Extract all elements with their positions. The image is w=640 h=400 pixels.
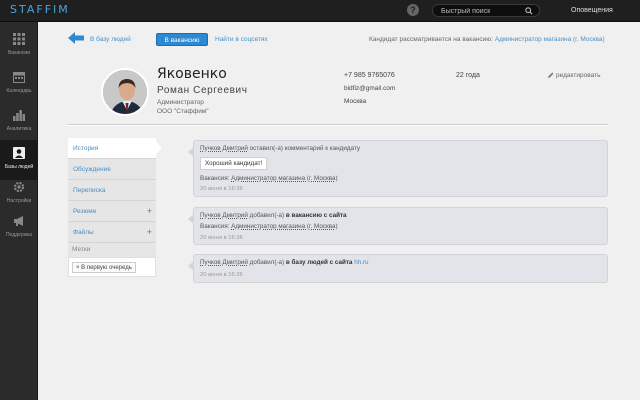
tab-label: Файлы: [73, 229, 94, 236]
event-date: 20 июня в 16:36: [200, 186, 243, 192]
tab-correspondence[interactable]: Переписка: [68, 180, 156, 201]
history-event: Пучков Дмитрий добавил(-а) в вакансию с …: [188, 207, 608, 245]
tags-box[interactable]: × В первую очередь: [68, 257, 156, 277]
candidate-vacancy-link[interactable]: Администратор магазина (г. Москва): [495, 36, 605, 43]
candidate-email[interactable]: bidfiz@gmail.com: [344, 85, 395, 92]
event-vacancy-label: Вакансия:: [200, 175, 230, 182]
sidebar: Вакансии Календарь Аналитика Базы людей …: [0, 22, 38, 400]
sidebar-item-support[interactable]: Поддержка: [0, 208, 38, 248]
candidate-phone: +7 985 9765076: [344, 72, 395, 79]
add-file-button[interactable]: +: [147, 222, 152, 243]
event-action: оставил(-а) комментарий к кандидату: [249, 145, 360, 152]
tab-discussion[interactable]: Обсуждение: [68, 159, 156, 180]
event-header: Пучков Дмитрий добавил(-а) в базу людей …: [200, 259, 369, 266]
candidate-position: Администратор: [157, 99, 204, 106]
help-icon[interactable]: ?: [407, 4, 419, 16]
app-logo[interactable]: STAFFIM: [10, 3, 70, 16]
tab-files[interactable]: Файлы +: [68, 222, 156, 243]
sidebar-item-label: Вакансии: [7, 50, 31, 56]
candidate-first-name: Роман Сергеевич: [157, 85, 248, 96]
event-action: добавил(-а): [249, 212, 285, 219]
sidebar-item-label: Базы людей: [4, 164, 34, 170]
person-icon: [13, 147, 25, 159]
event-vacancy-link[interactable]: Администратор магазина (г. Москва): [231, 223, 337, 230]
tab-label: История: [73, 145, 99, 152]
sidebar-item-label: Календарь: [6, 88, 32, 94]
grid-icon: [13, 33, 25, 45]
event-author[interactable]: Пучков Дмитрий: [200, 212, 248, 219]
tab-label: Переписка: [73, 187, 106, 194]
back-arrow-icon[interactable]: [68, 32, 84, 44]
event-date: 20 июня в 16:36: [200, 272, 243, 278]
candidate-age: 22 года: [456, 72, 480, 79]
tab-resume[interactable]: Резюме +: [68, 201, 156, 222]
candidate-status-text: Кандидат рассматривается на вакансию:: [369, 36, 493, 43]
find-in-social-link[interactable]: Найти в соцсетях: [215, 36, 268, 43]
tag-item[interactable]: × В первую очередь: [72, 262, 136, 273]
avatar: [101, 68, 149, 116]
add-to-vacancy-button[interactable]: В вакансию: [156, 33, 208, 46]
search-input[interactable]: [441, 6, 523, 16]
tab-label: Обсуждение: [73, 166, 111, 173]
candidate-company: ООО "Стаффим": [157, 108, 209, 115]
sidebar-item-label: Настройки: [6, 198, 32, 204]
search-box[interactable]: [432, 4, 540, 17]
event-source-link[interactable]: hh.ru: [354, 259, 368, 266]
chart-icon: [13, 110, 25, 121]
event-vacancy: Вакансия: Администратор магазина (г. Мос…: [200, 175, 338, 182]
calendar-icon: [13, 72, 25, 83]
event-vacancy-link[interactable]: Администратор магазина (г. Москва): [231, 175, 337, 182]
profile-tabs: История Обсуждение Переписка Резюме + Фай…: [68, 138, 162, 243]
event-action: добавил(-а): [249, 259, 285, 266]
event-action-bold: в базу людей с сайта: [285, 259, 353, 266]
history-event: Пучков Дмитрий добавил(-а) в базу людей …: [188, 254, 608, 283]
avatar-photo: [103, 70, 147, 114]
gear-icon: [13, 181, 25, 193]
edit-label: редактировать: [556, 72, 601, 79]
sidebar-item-vacancies[interactable]: Вакансии: [0, 26, 38, 66]
notifications-link[interactable]: Оповещения: [571, 7, 613, 14]
tab-history[interactable]: История: [68, 138, 162, 159]
event-header: Пучков Дмитрий добавил(-а) в вакансию с …: [200, 212, 347, 219]
event-date: 20 июня в 16:36: [200, 235, 243, 241]
event-comment: Хороший кандидат!: [200, 157, 268, 170]
megaphone-icon: [14, 216, 23, 226]
event-header: Пучков Дмитрий оставил(-а) комментарий к…: [200, 145, 360, 152]
event-action-bold: в вакансию с сайта: [285, 212, 347, 219]
add-resume-button[interactable]: +: [147, 201, 152, 222]
sidebar-item-label: Аналитика: [6, 126, 32, 132]
event-vacancy-label: Вакансия:: [200, 223, 230, 230]
edit-profile-link[interactable]: редактировать: [548, 72, 600, 79]
candidate-city: Москва: [344, 98, 367, 105]
tags-heading: Метки: [68, 243, 156, 257]
back-to-people-link[interactable]: В базу людей: [90, 36, 131, 43]
sidebar-item-calendar[interactable]: Календарь: [0, 64, 38, 104]
candidate-last-name: Яковенко: [157, 66, 227, 82]
candidate-status: Кандидат рассматривается на вакансию: Ад…: [369, 36, 605, 43]
sidebar-item-analytics[interactable]: Аналитика: [0, 102, 38, 142]
event-author[interactable]: Пучков Дмитрий: [200, 145, 248, 152]
pencil-icon: [548, 72, 554, 78]
event-author[interactable]: Пучков Дмитрий: [200, 259, 248, 266]
event-vacancy: Вакансия: Администратор магазина (г. Мос…: [200, 223, 338, 230]
tab-label: Резюме: [73, 208, 97, 215]
profile-divider: [68, 124, 608, 126]
sidebar-item-label: Поддержка: [5, 232, 33, 238]
search-icon[interactable]: [525, 7, 533, 15]
history-event: Пучков Дмитрий оставил(-а) комментарий к…: [188, 140, 608, 197]
top-bar: STAFFIM ? Оповещения: [0, 0, 640, 22]
